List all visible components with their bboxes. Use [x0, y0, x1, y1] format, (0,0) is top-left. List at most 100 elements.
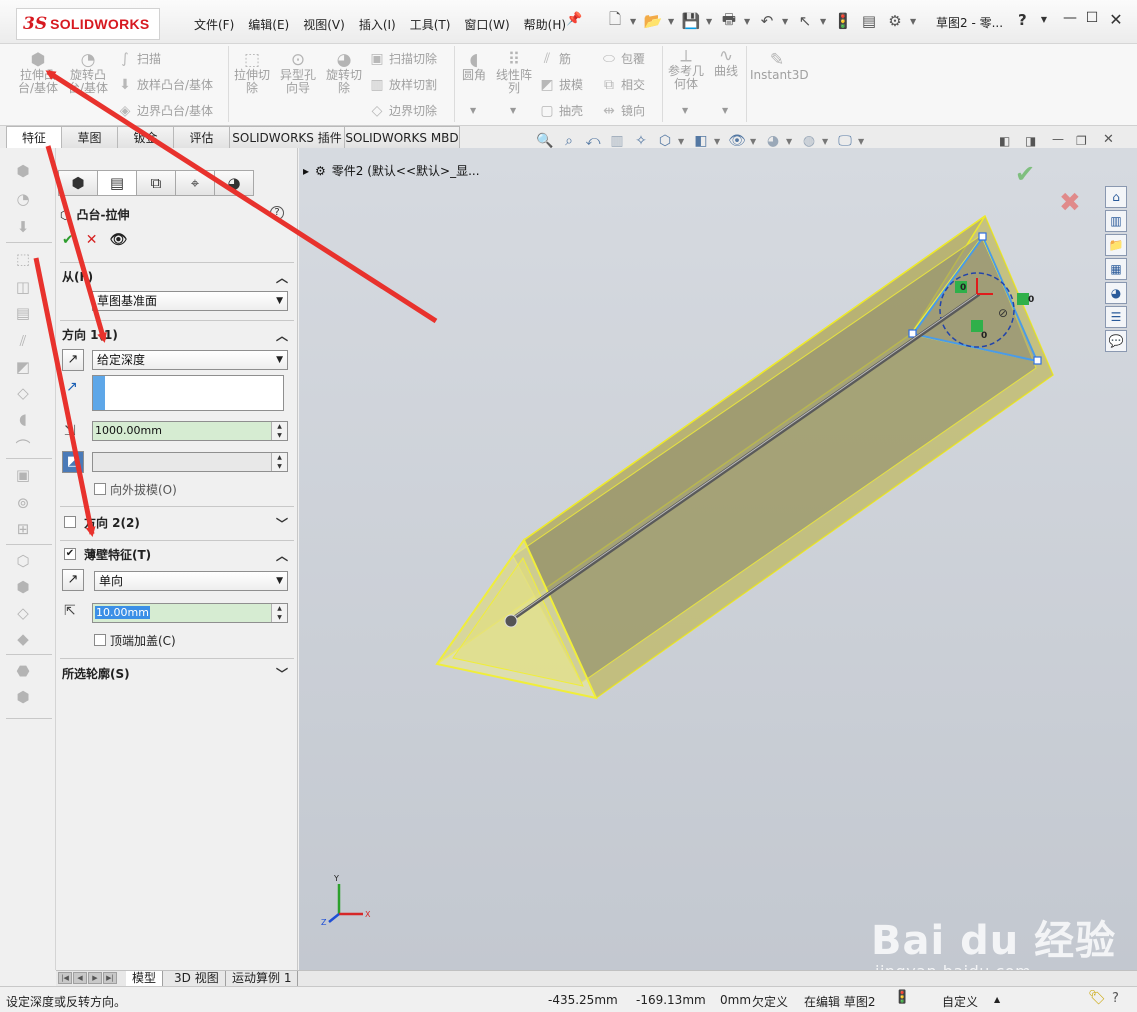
pin-icon[interactable]: 📌: [566, 12, 582, 27]
curve-icon[interactable]: ⌒: [12, 436, 34, 456]
hole-icon[interactable]: ◫: [12, 278, 34, 298]
chevron-down-icon[interactable]: ▼: [858, 137, 868, 146]
chevron-down-icon[interactable]: ▼: [820, 17, 828, 26]
coincident-relation-icon[interactable]: ⊘: [998, 306, 1008, 320]
chevron-down-icon[interactable]: ▼: [910, 17, 918, 26]
tab-addins[interactable]: SOLIDWORKS 插件: [229, 126, 345, 148]
wrap-button[interactable]: ⬭ 包覆: [600, 50, 645, 67]
chevron-up-icon[interactable]: ︿: [276, 327, 288, 344]
sketch-vertex[interactable]: [978, 232, 987, 241]
spin-arrows-icon[interactable]: ▲ ▼: [271, 422, 287, 440]
chevron-down-icon[interactable]: ▼: [682, 106, 688, 115]
view-orientation-icon[interactable]: ⬡: [654, 130, 676, 152]
chevron-down-icon[interactable]: ▼: [744, 17, 752, 26]
menu-help[interactable]: 帮助(H): [517, 14, 573, 35]
pattern-icon[interactable]: ▤: [12, 304, 34, 324]
draft-toggle-button[interactable]: ◩: [62, 451, 84, 473]
sketch-vertex[interactable]: [1033, 356, 1042, 365]
save-icon[interactable]: 💾: [680, 10, 702, 32]
chevron-down-icon[interactable]: ▼: [714, 137, 724, 146]
hide-show-items-icon[interactable]: 👁: [726, 130, 748, 152]
undo-icon[interactable]: ↶: [756, 10, 778, 32]
graphics-area[interactable]: ▸ ⚙ 零件2 (默认<<默认>_显... ✔ ✖ ⌂ ▥ 📁 ▦ ◕ ☰ 💬: [299, 148, 1137, 981]
section-header[interactable]: 方向 1(1) ︿: [60, 321, 294, 347]
loft-cut-button[interactable]: ▥ 放样切割: [368, 76, 437, 93]
zoom-to-fit-icon[interactable]: 🔍: [534, 130, 556, 152]
chevron-down-icon[interactable]: ﹀: [276, 665, 288, 682]
mirror-icon[interactable]: ⊞: [12, 520, 34, 540]
preview-eye-icon[interactable]: 👁: [109, 232, 127, 248]
rebuild-icon[interactable]: 🚦: [832, 10, 854, 32]
minimize-icon[interactable]: —: [1060, 10, 1080, 30]
open-folder-icon[interactable]: 📂: [642, 10, 664, 32]
draft-button[interactable]: ◩ 拔模: [538, 76, 583, 93]
maximize-icon[interactable]: ☐: [1082, 10, 1102, 30]
viewport-minimize-icon[interactable]: —: [1052, 132, 1064, 146]
tab-3d-view[interactable]: 3D 视图: [168, 971, 226, 986]
unit-system[interactable]: 自定义: [942, 993, 978, 1010]
chevron-down-icon[interactable]: ▼: [750, 137, 760, 146]
viewport-restore-icon[interactable]: ❐: [1076, 134, 1087, 148]
coordinate-icon[interactable]: ◆: [12, 630, 34, 650]
print-icon[interactable]: 🖶: [718, 10, 740, 32]
instant3d-icon[interactable]: ⬣: [12, 662, 34, 682]
model-canvas[interactable]: [299, 148, 1137, 970]
extrude-icon[interactable]: ⬢: [12, 162, 34, 182]
menu-file[interactable]: 文件(F): [187, 14, 241, 35]
plane-icon[interactable]: ⬢: [12, 578, 34, 598]
linear-pattern-button[interactable]: ⠿ 线性阵 列: [494, 52, 534, 95]
extrude-cut-button[interactable]: ⬚ 拉伸切 除: [230, 52, 274, 95]
display-manager-tab-icon[interactable]: ◕: [214, 170, 254, 196]
tab-motion-study-1[interactable]: 运动算例 1: [226, 971, 299, 986]
chevron-down-icon[interactable]: ▼: [510, 106, 516, 115]
new-document-icon[interactable]: 🗋: [604, 10, 626, 32]
feature-manager-tab-icon[interactable]: ⬢: [58, 170, 98, 196]
property-manager-tab-icon[interactable]: ▤: [97, 170, 137, 196]
help-popup-icon[interactable]: ?: [1112, 991, 1119, 1006]
section-header[interactable]: 从(F) ︿: [60, 263, 294, 289]
section-header[interactable]: ✔ 薄壁特征(T) ︿: [60, 541, 294, 567]
thin-type-select[interactable]: 单向 ▼: [94, 571, 288, 591]
chevron-up-icon[interactable]: ︿: [276, 269, 288, 286]
thickness-input[interactable]: 10.00mm ▲ ▼: [92, 603, 288, 623]
menu-window[interactable]: 窗口(W): [457, 14, 516, 35]
mirror-button[interactable]: ⇹ 镜向: [600, 102, 645, 119]
section-header[interactable]: 方向 2(2) ﹀: [60, 507, 294, 537]
solidworks-logo[interactable]: 3S SOLIDWORKS: [16, 8, 160, 40]
chevron-down-icon[interactable]: ▼: [630, 17, 638, 26]
wrap-icon[interactable]: ▣: [12, 466, 34, 486]
chevron-down-icon[interactable]: ▼: [678, 137, 688, 146]
revolve-boss-button[interactable]: ◔ 旋转凸 台/基体: [64, 52, 112, 95]
intersect-button[interactable]: ⧉ 相交: [600, 76, 645, 93]
chevron-down-icon[interactable]: ▼: [822, 137, 832, 146]
cut-icon[interactable]: ⬚: [12, 250, 34, 270]
spin-arrows-icon[interactable]: ▲ ▼: [271, 604, 287, 622]
viewport-tile-left-icon[interactable]: ◧: [999, 134, 1010, 148]
cancel-x-icon[interactable]: ✕: [86, 232, 98, 248]
shell-icon[interactable]: ◇: [12, 384, 34, 404]
viewport-close-icon[interactable]: ✕: [1103, 132, 1114, 147]
rib-button[interactable]: ⫽ 筋: [538, 50, 571, 67]
chevron-down-icon[interactable]: ▼: [1034, 15, 1054, 35]
previous-view-icon[interactable]: ⤺: [582, 130, 604, 152]
section-header[interactable]: 所选轮廓(S) ﹀: [60, 659, 294, 687]
tab-sketch[interactable]: 草图: [61, 126, 118, 148]
curves-button[interactable]: ∿ 曲线: [710, 48, 742, 78]
instant3d-button[interactable]: ✎ Instant3D: [750, 52, 809, 82]
section-view-icon[interactable]: ▥: [606, 130, 628, 152]
revolve-icon[interactable]: ◔: [12, 190, 34, 210]
direction-selection-box[interactable]: [92, 375, 284, 411]
thin-feature-checkbox[interactable]: ✔: [64, 548, 76, 560]
sweep-icon[interactable]: ⬇: [12, 218, 34, 238]
spin-arrows-icon[interactable]: ▲ ▼: [271, 453, 287, 471]
axis-end-point[interactable]: [504, 614, 518, 628]
previous-tab-icon[interactable]: ◀: [73, 972, 87, 984]
close-icon[interactable]: ✕: [1106, 10, 1126, 30]
draft-icon[interactable]: ◩: [12, 358, 34, 378]
chevron-down-icon[interactable]: ▼: [668, 17, 676, 26]
tab-features[interactable]: 特征: [6, 126, 62, 148]
configuration-manager-tab-icon[interactable]: ⧉: [136, 170, 176, 196]
display-style-icon[interactable]: ◧: [690, 130, 712, 152]
from-select[interactable]: 草图基准面 ▼: [92, 291, 288, 311]
next-tab-icon[interactable]: ▶: [88, 972, 102, 984]
